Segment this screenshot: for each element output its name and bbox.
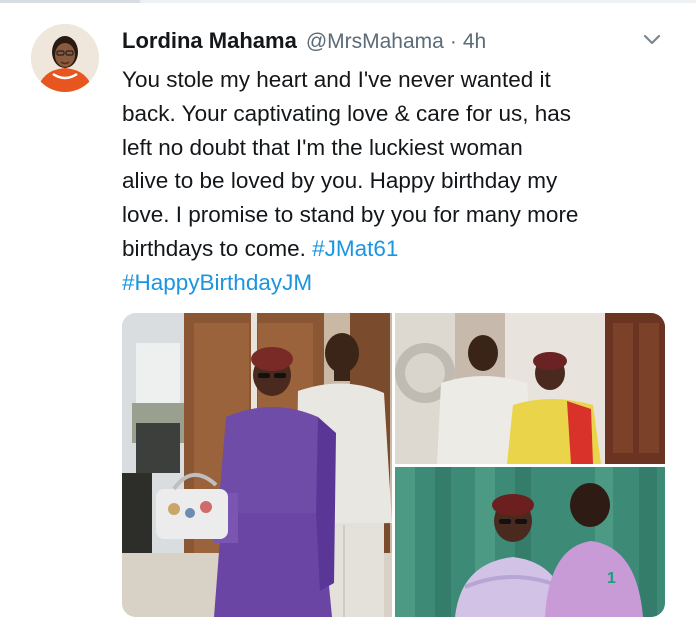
tweet-text-line: love. I promise to stand by you for many… — [122, 202, 579, 228]
tweet-card[interactable]: Lordina Mahama @MrsMahama · 4h You stole… — [0, 0, 696, 626]
photo-couple-indoor[interactable] — [395, 313, 665, 464]
hashtag-link[interactable]: #HappyBirthdayJM — [122, 270, 312, 295]
jersey-number: 1 — [607, 570, 616, 587]
photo-couple-standing[interactable] — [122, 313, 392, 617]
author-name[interactable]: Lordina Mahama — [122, 28, 297, 54]
tweet-text: You stole my heart and I've never wanted… — [122, 63, 682, 300]
timestamp[interactable]: 4h — [463, 30, 486, 54]
tweet-header: Lordina Mahama @MrsMahama · 4h — [122, 28, 486, 56]
tweet-text-line: #HappyBirthdayJM — [122, 266, 682, 300]
tweet-text-line: alive to be loved by you. Happy birthday… — [122, 168, 558, 194]
separator-dot: · — [449, 30, 457, 53]
hashtag-link[interactable]: #JMat61 — [312, 236, 398, 261]
tweet-text-line: left no doubt that I'm the luckiest woma… — [122, 134, 523, 160]
tweet-text-line: birthdays to come. #JMat61 — [122, 232, 682, 266]
tweet-text-line-end: birthdays to come. — [122, 235, 313, 261]
tweet-text-line: You stole my heart and I've never wanted… — [122, 67, 551, 92]
tweet-text-line: back. Your captivating love & care for u… — [122, 100, 572, 126]
photo-grid: 1 — [122, 313, 665, 617]
avatar[interactable] — [31, 24, 99, 92]
author-handle[interactable]: @MrsMahama — [306, 30, 444, 54]
photo-couple-green[interactable]: 1 — [395, 467, 665, 617]
chevron-down-icon[interactable] — [640, 30, 664, 50]
